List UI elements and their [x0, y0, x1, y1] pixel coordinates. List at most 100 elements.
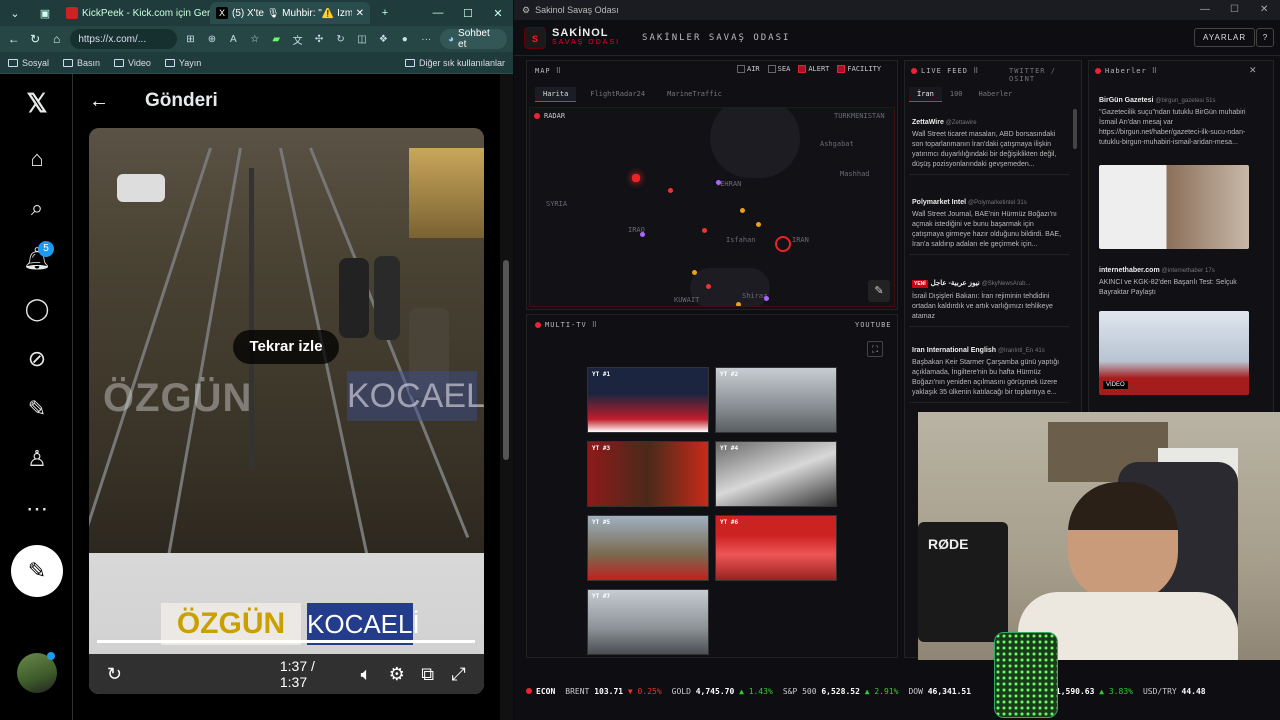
- expand-icon[interactable]: ⛶: [867, 341, 883, 357]
- alert-marker[interactable]: [702, 228, 707, 233]
- settings-gear-icon[interactable]: ⚙: [381, 664, 412, 685]
- tv-tile[interactable]: YT #2: [715, 367, 837, 433]
- minimize-button[interactable]: —: [423, 7, 453, 19]
- news-image[interactable]: [1099, 165, 1249, 249]
- filter-facility[interactable]: FACILITY: [837, 65, 881, 73]
- new-tab-button[interactable]: +: [370, 7, 400, 19]
- close-window-button[interactable]: ✕: [483, 7, 513, 20]
- extension-icon[interactable]: ✣: [311, 34, 326, 45]
- favorite-star-icon[interactable]: ☆: [247, 34, 262, 45]
- facility-marker[interactable]: [740, 208, 745, 213]
- feed-scrollbar[interactable]: [1073, 109, 1077, 149]
- facility-marker[interactable]: [640, 232, 645, 237]
- grok-nav-icon[interactable]: ⊘: [22, 344, 52, 374]
- checkbox[interactable]: [798, 65, 807, 73]
- back-arrow-icon[interactable]: ←: [73, 90, 125, 113]
- video-player[interactable]: ÖZGÜN KOCAELİ Tekrar izle ÖZGÜN KOCAELİ …: [89, 128, 484, 694]
- more-nav-icon[interactable]: ⋯: [22, 494, 52, 524]
- profile-nav-icon[interactable]: ♙: [22, 444, 52, 474]
- target-reticle[interactable]: [775, 236, 791, 252]
- feed-item[interactable]: Polymarket Intel @Polymarketintel 31s Wa…: [909, 195, 1069, 255]
- bookmark-folder[interactable]: Basın: [63, 58, 100, 68]
- tab-x[interactable]: X (5) X'te 🎙 Muhbir: "⚠️ İzmit'te b... ✕: [210, 2, 370, 24]
- tab-kickpeek[interactable]: KickPeek - Kick.com için Gerçek Z... ✕: [60, 2, 210, 24]
- settings-button[interactable]: AYARLAR: [1194, 28, 1256, 47]
- minimize-button[interactable]: —: [1200, 4, 1210, 15]
- facility-marker[interactable]: [736, 302, 741, 306]
- facility-marker[interactable]: [756, 222, 761, 227]
- bookmark-folder[interactable]: Yayın: [164, 58, 201, 68]
- tv-tile[interactable]: YT #5: [587, 515, 709, 581]
- x-logo-icon[interactable]: 𝕏: [22, 88, 52, 118]
- facility-marker[interactable]: [764, 296, 769, 301]
- close-tab-icon[interactable]: ✕: [356, 8, 364, 19]
- video-progress-bar[interactable]: [97, 640, 475, 643]
- alert-marker[interactable]: [706, 284, 711, 289]
- tv-tile[interactable]: YT #1: [587, 367, 709, 433]
- filter-air[interactable]: AIR: [737, 65, 760, 73]
- facility-marker[interactable]: [692, 270, 697, 275]
- split-screen-icon[interactable]: ◫: [354, 34, 369, 45]
- lists-nav-icon[interactable]: ✎: [22, 394, 52, 424]
- home-icon[interactable]: ⌂: [49, 32, 64, 46]
- bookmark-folder[interactable]: Sosyal: [8, 58, 49, 68]
- feed-item[interactable]: Iran International English @IranIntl_En …: [909, 343, 1069, 403]
- scrollbar-thumb[interactable]: [503, 260, 509, 460]
- back-icon[interactable]: ←: [6, 32, 21, 46]
- profile-icon[interactable]: ●: [397, 34, 412, 45]
- feed-item[interactable]: ZettaWire @Zettawire Wall Street ticaret…: [909, 115, 1069, 175]
- bookmark-folder[interactable]: Video: [114, 58, 151, 68]
- app-available-icon[interactable]: ⊞: [183, 34, 198, 45]
- help-button[interactable]: ?: [1256, 28, 1274, 47]
- facility-marker[interactable]: [716, 180, 721, 185]
- copilot-chat-button[interactable]: ◕ Sohbet et: [439, 28, 507, 50]
- tab-actions-button[interactable]: ⌄: [0, 7, 30, 20]
- tab-marinetraffic[interactable]: MarineTraffic: [659, 87, 730, 102]
- translate-icon[interactable]: 文: [290, 32, 305, 47]
- tab-100[interactable]: 100: [942, 87, 971, 102]
- alert-marker[interactable]: [668, 188, 673, 193]
- checkbox[interactable]: [767, 65, 776, 73]
- filter-sea[interactable]: SEA: [767, 65, 790, 73]
- compose-post-button[interactable]: ✎: [11, 545, 63, 597]
- news-item[interactable]: BirGün Gazetesi @birgun_gazetesi 51s "Ga…: [1099, 97, 1259, 148]
- other-bookmarks[interactable]: Diğer sık kullanılanlar: [404, 58, 505, 68]
- tv-tile[interactable]: YT #7: [587, 589, 709, 655]
- search-nav-icon[interactable]: ⌕: [22, 193, 52, 223]
- replay-button[interactable]: Tekrar izle: [233, 330, 339, 364]
- more-icon[interactable]: ···: [419, 34, 434, 45]
- tab-haberler[interactable]: Haberler: [971, 87, 1021, 102]
- filter-alert[interactable]: ALERT: [798, 65, 829, 73]
- zoom-icon[interactable]: ⊕: [204, 34, 219, 45]
- read-aloud-icon[interactable]: A: [226, 34, 241, 45]
- checkbox[interactable]: [837, 65, 846, 73]
- tv-tile[interactable]: YT #4: [715, 441, 837, 507]
- news-item[interactable]: internethaber.com @internethaber 17s AKI…: [1099, 267, 1259, 298]
- close-panel-icon[interactable]: ✕: [1249, 65, 1257, 76]
- tv-tile[interactable]: YT #6: [715, 515, 837, 581]
- refresh-extension-icon[interactable]: ↻: [333, 34, 348, 45]
- volume-icon[interactable]: 🔈︎: [351, 664, 382, 685]
- reload-icon[interactable]: ↻: [27, 32, 42, 46]
- tab-iran[interactable]: İran: [909, 87, 942, 102]
- checkbox[interactable]: [737, 65, 745, 73]
- map-view[interactable]: RADAR SYRIA IRAQ TEHRAN IRAN KUWAIT Ashg…: [529, 107, 895, 307]
- close-window-button[interactable]: ✕: [1260, 4, 1268, 15]
- tv-tile[interactable]: YT #3: [587, 441, 709, 507]
- collections-icon[interactable]: ❖: [376, 34, 391, 45]
- messages-nav-icon[interactable]: ◯: [22, 294, 52, 324]
- tab-flightradar[interactable]: FlightRadar24: [582, 87, 653, 102]
- tab-harita[interactable]: Harita: [535, 87, 577, 102]
- replay-icon[interactable]: ↻: [99, 664, 130, 685]
- url-field[interactable]: https://x.com/...: [70, 29, 177, 49]
- maximize-button[interactable]: ☐: [1230, 4, 1239, 15]
- page-scrollbar[interactable]: [500, 74, 513, 720]
- feed-item[interactable]: YENİ نيوز عربية- عاجل @SkyNewsArab... İsr…: [909, 275, 1069, 327]
- workspaces-icon[interactable]: ▣: [30, 7, 60, 20]
- alert-marker[interactable]: [632, 174, 640, 182]
- picture-in-picture-icon[interactable]: ⧉: [412, 664, 443, 685]
- news-video-thumbnail[interactable]: VİDEO: [1099, 311, 1249, 395]
- home-nav-icon[interactable]: ⌂: [22, 144, 52, 174]
- maximize-button[interactable]: ☐: [453, 7, 483, 20]
- edit-pencil-icon[interactable]: ✎: [868, 280, 890, 302]
